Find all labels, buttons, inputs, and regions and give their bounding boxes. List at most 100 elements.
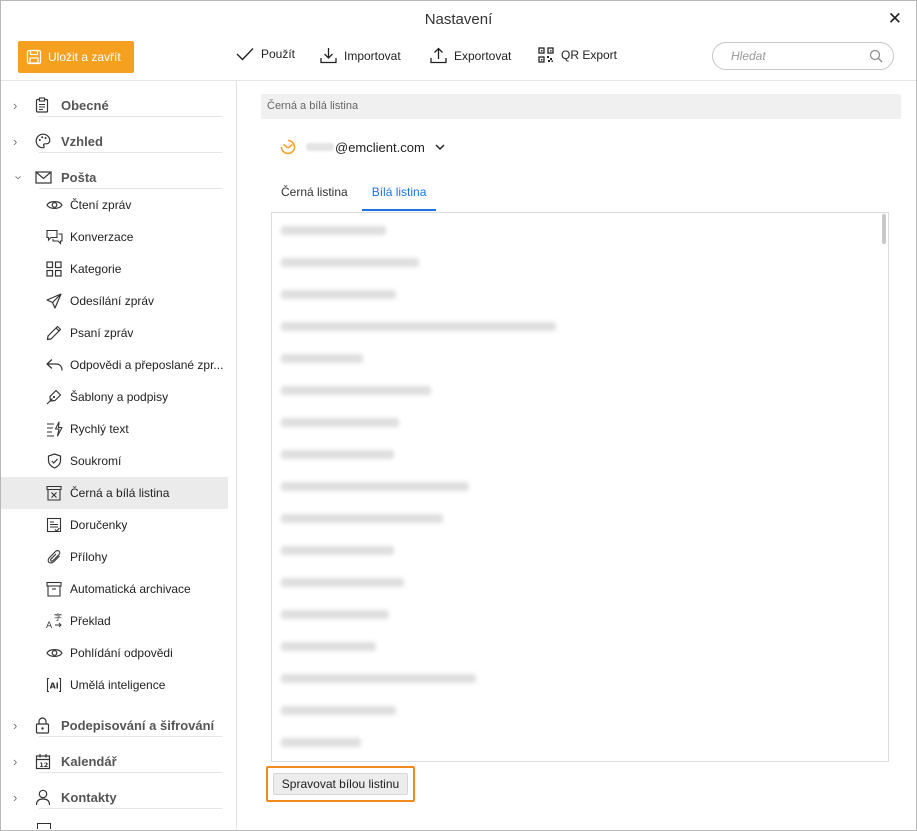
shield-icon xyxy=(45,452,63,470)
sidebar-item-templates[interactable]: Šablony a podpisy xyxy=(1,381,228,413)
apply-button[interactable]: Použít xyxy=(236,47,295,61)
save-and-close-label: Uložit a zavřít xyxy=(48,50,121,64)
divider xyxy=(39,152,222,153)
search-box[interactable] xyxy=(712,42,894,70)
search-icon[interactable] xyxy=(869,49,883,63)
svg-text:字: 字 xyxy=(54,613,62,622)
toolbar: Uložit a zavřít Použít Importovat Export… xyxy=(1,39,916,81)
svg-text:AI: AI xyxy=(50,682,59,691)
list-item[interactable] xyxy=(272,602,872,626)
account-selector[interactable]: @emclient.com xyxy=(280,139,445,155)
tab-allow-list[interactable]: Bílá listina xyxy=(361,179,437,211)
calendar-icon: 12 xyxy=(29,753,55,770)
sidebar-item-conversations[interactable]: Konverzace xyxy=(1,221,228,253)
sidebar-item-categories[interactable]: Kategorie xyxy=(1,253,228,285)
paper-plane-icon xyxy=(45,292,63,310)
sidebar-item-label: Pohlídání odpovědi xyxy=(70,646,173,660)
list-item[interactable] xyxy=(272,410,872,434)
scrollbar-thumb[interactable] xyxy=(882,214,886,244)
envelope-icon xyxy=(29,170,55,184)
list-item[interactable] xyxy=(272,378,872,402)
sidebar-group-general[interactable]: › Obecné xyxy=(13,87,222,123)
sidebar-item-attachments[interactable]: Přílohy xyxy=(1,541,228,573)
chevron-right-icon: › xyxy=(13,133,18,149)
import-button[interactable]: Importovat xyxy=(320,47,401,64)
lock-icon xyxy=(29,716,55,734)
list-item[interactable] xyxy=(272,218,872,242)
reply-icon xyxy=(45,356,63,374)
list-item[interactable] xyxy=(272,570,872,594)
list-item[interactable] xyxy=(272,282,872,306)
settings-sidebar: › Obecné › Vzhled › Pošta Čtení zpráv Ko… xyxy=(1,81,237,830)
sidebar-item-privacy[interactable]: Soukromí xyxy=(1,445,228,477)
list-item[interactable] xyxy=(272,442,872,466)
chevron-right-icon: › xyxy=(13,789,18,805)
window-title: Nastavení xyxy=(424,11,493,28)
tab-block-list[interactable]: Černá listina xyxy=(271,179,358,209)
list-item[interactable] xyxy=(272,634,872,658)
list-item[interactable] xyxy=(272,346,872,370)
search-input[interactable] xyxy=(731,49,851,63)
eye-icon xyxy=(45,644,63,662)
account-email: @emclient.com xyxy=(335,139,425,155)
eye-icon xyxy=(45,196,63,214)
redacted-username xyxy=(306,143,334,151)
sidebar-item-label: Přílohy xyxy=(70,550,108,564)
sidebar-item-quick-text[interactable]: Rychlý text xyxy=(1,413,228,445)
sidebar-item-reply-watch[interactable]: Pohlídání odpovědi xyxy=(1,637,228,669)
sidebar-item-composing[interactable]: Psaní zpráv xyxy=(1,317,228,349)
sidebar-item-sending[interactable]: Odesílání zpráv xyxy=(1,285,228,317)
list-item[interactable] xyxy=(272,250,872,274)
close-icon[interactable]: ✕ xyxy=(888,10,902,27)
sidebar-group-label: Podepisování a šifrování xyxy=(61,717,215,733)
sidebar-item-label: Překlad xyxy=(70,614,111,628)
sidebar-item-receipts[interactable]: Doručenky xyxy=(1,509,228,541)
save-and-close-button[interactable]: Uložit a zavřít xyxy=(18,41,134,73)
sidebar-item-block-allow-list[interactable]: Černá a bílá listina xyxy=(1,477,228,509)
sidebar-group-signing-encryption[interactable]: › Podepisování a šifrování xyxy=(13,707,222,743)
list-item[interactable] xyxy=(272,730,872,754)
paperclip-icon xyxy=(45,548,63,566)
palette-icon xyxy=(29,133,55,149)
sidebar-group-label: Pošta xyxy=(61,169,97,185)
list-item[interactable] xyxy=(272,314,872,338)
sidebar-group-label: Kalendář xyxy=(61,753,117,769)
qr-export-button[interactable]: QR Export xyxy=(538,47,617,63)
sidebar-group-appearance[interactable]: › Vzhled xyxy=(13,123,222,159)
import-label: Importovat xyxy=(344,48,401,63)
sidebar-item-label: Soukromí xyxy=(70,454,122,468)
export-label: Exportovat xyxy=(454,48,512,63)
manage-allow-list-button[interactable]: Spravovat bílou listinu xyxy=(273,773,408,795)
list-item[interactable] xyxy=(272,698,872,722)
list-item[interactable] xyxy=(272,506,872,530)
sidebar-item-ai[interactable]: AI Umělá inteligence xyxy=(1,669,228,701)
pen-nib-icon xyxy=(45,388,63,406)
qr-code-icon xyxy=(538,47,554,63)
clipboard-icon xyxy=(29,97,55,113)
list-item[interactable] xyxy=(272,474,872,498)
sidebar-item-label: Doručenky xyxy=(70,518,128,532)
sidebar-group-contacts[interactable]: › Kontakty xyxy=(13,779,222,815)
sidebar-item-translate[interactable]: A字 Překlad xyxy=(1,605,228,637)
sidebar-item-label: Odpovědi a přeposlané zpr... xyxy=(70,358,224,372)
allow-list-box[interactable] xyxy=(271,212,889,762)
chevron-down-icon: › xyxy=(11,174,27,180)
receipt-icon xyxy=(45,516,63,534)
sidebar-item-label: Umělá inteligence xyxy=(70,678,166,692)
export-button[interactable]: Exportovat xyxy=(430,47,511,64)
list-item[interactable] xyxy=(272,538,872,562)
sidebar-item-label: Konverzace xyxy=(70,230,134,244)
divider xyxy=(39,116,222,117)
sidebar-item-reading[interactable]: Čtení zpráv xyxy=(1,189,228,221)
list-item[interactable] xyxy=(272,666,872,690)
blocklist-icon xyxy=(45,484,63,502)
archive-box-icon xyxy=(45,580,63,598)
sidebar-item-replies[interactable]: Odpovědi a přeposlané zpr... xyxy=(1,349,228,381)
sidebar-item-auto-archive[interactable]: Automatická archivace xyxy=(1,573,228,605)
sidebar-group-label: Obecné xyxy=(61,97,109,113)
sidebar-item-label: Rychlý text xyxy=(70,422,129,436)
person-icon xyxy=(29,789,55,806)
sidebar-group-calendar[interactable]: › 12 Kalendář xyxy=(13,743,222,779)
divider xyxy=(39,808,222,809)
settings-content: Černá a bílá listina @emclient.com Černá… xyxy=(247,81,916,830)
